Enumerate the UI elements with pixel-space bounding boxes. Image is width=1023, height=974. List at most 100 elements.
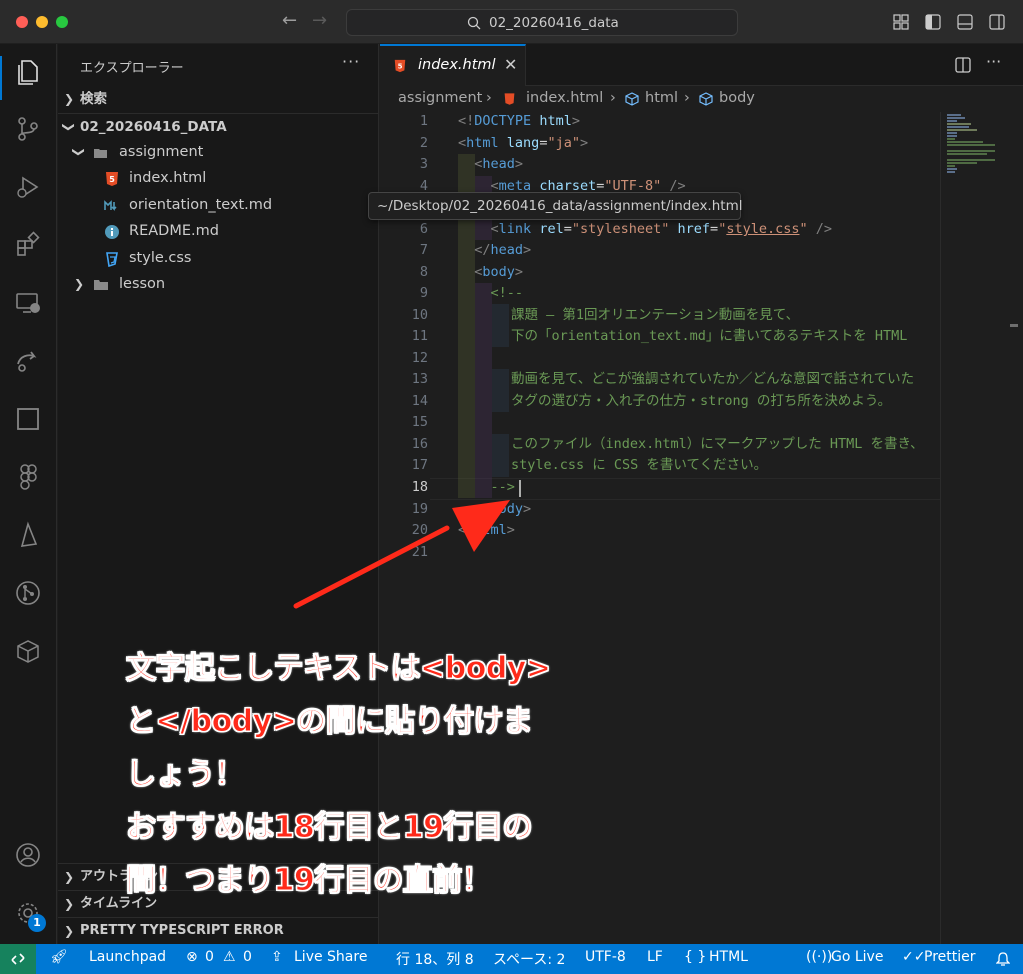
toggle-primary-sidebar-icon[interactable] xyxy=(924,13,942,31)
ts-error-section[interactable]: ❯ PRETTY TYPESCRIPT ERROR xyxy=(58,917,379,943)
root-folder[interactable]: ❯ 02_20260416_DATA xyxy=(58,113,379,139)
code-line[interactable]: </html> xyxy=(458,520,515,542)
remote-icon xyxy=(11,953,25,965)
code-line[interactable]: style.css に CSS を書いてください。 xyxy=(511,455,767,477)
tree-item-orientation-text[interactable]: orientation_text.md xyxy=(58,192,379,218)
tree-item-readme[interactable]: README.md xyxy=(58,218,379,244)
search-section[interactable]: ❯ 検索 xyxy=(58,86,379,112)
code-line[interactable]: </body> xyxy=(458,499,531,521)
line-number: 20 xyxy=(411,522,428,538)
back-arrow-icon[interactable]: ← xyxy=(282,10,297,31)
customize-layout-icon[interactable] xyxy=(892,13,910,31)
prisma-icon[interactable] xyxy=(13,520,43,550)
tree-item-style-css[interactable]: style.css xyxy=(58,245,379,271)
breadcrumb-index-html[interactable]: index.html xyxy=(526,90,603,106)
folder-open-icon xyxy=(94,149,107,158)
element-icon xyxy=(699,92,713,106)
breadcrumb-assignment[interactable]: assignment xyxy=(398,90,482,106)
annotation-line: しょう！ xyxy=(126,757,246,793)
breadcrumb-separator: › xyxy=(486,90,492,106)
warning-count[interactable]: 0 xyxy=(243,949,252,965)
code-line[interactable]: --> xyxy=(458,477,515,499)
indent-guide xyxy=(492,434,509,477)
code-line[interactable]: <link rel="stylesheet" href="style.css" … xyxy=(458,219,833,241)
code-line[interactable]: 下の「orientation_text.md」に書いてあるテキストを HTML xyxy=(511,326,907,348)
code-line[interactable]: タグの選び方・入れ子の仕方・strong の打ち所を決めよう。 xyxy=(511,391,891,413)
launchpad-status[interactable]: Launchpad xyxy=(89,949,166,965)
breadcrumb-separator: › xyxy=(684,90,690,106)
go-live-button[interactable]: Go Live xyxy=(831,949,883,965)
breadcrumb-separator: › xyxy=(610,90,616,106)
check-double-icon: ✓✓ xyxy=(902,949,926,965)
tab-index-html[interactable]: 5 index.html ✕ xyxy=(380,44,526,86)
encoding-status[interactable]: UTF-8 xyxy=(585,949,626,965)
line-number: 11 xyxy=(411,328,428,344)
text-cursor xyxy=(519,480,521,497)
more-actions-icon[interactable]: ··· xyxy=(342,52,360,71)
split-editor-icon[interactable] xyxy=(954,56,972,74)
error-count[interactable]: 0 xyxy=(205,949,214,965)
indentation-status[interactable]: スペース: 2 xyxy=(493,949,565,969)
language-mode[interactable]: HTML xyxy=(709,949,748,965)
code-line[interactable]: <body> xyxy=(458,262,523,284)
code-line[interactable]: <!DOCTYPE html> xyxy=(458,111,580,133)
breadcrumb-html[interactable]: html xyxy=(645,90,678,106)
annotation-line: 文字起こしテキストは<body> xyxy=(126,651,552,687)
run-debug-icon[interactable] xyxy=(13,172,43,202)
git-graph-icon[interactable] xyxy=(13,578,43,608)
tree-item-lesson[interactable]: ❯ lesson xyxy=(58,271,379,297)
remote-indicator[interactable] xyxy=(0,944,36,974)
prettier-status[interactable]: Prettier xyxy=(924,949,976,965)
code-line[interactable]: <!-- xyxy=(458,283,524,305)
live-share-status-icon: ⇪ xyxy=(271,949,283,965)
cursor-position[interactable]: 行 18、列 8 xyxy=(396,949,474,969)
line-number: 3 xyxy=(419,156,428,172)
explorer-icon[interactable] xyxy=(13,56,43,86)
tab-close-icon[interactable]: ✕ xyxy=(504,55,517,74)
line-number: 8 xyxy=(419,264,428,280)
notifications-bell-icon[interactable] xyxy=(996,952,1010,967)
vertical-scrollbar[interactable] xyxy=(1008,112,1023,944)
square-icon[interactable] xyxy=(13,404,43,434)
code-line[interactable]: 課題 – 第1回オリエンテーション動画を見て、 xyxy=(511,305,799,327)
breadcrumb-body[interactable]: body xyxy=(719,90,755,106)
account-icon[interactable] xyxy=(13,840,43,870)
code-line[interactable]: <head> xyxy=(458,154,523,176)
tree-item-index-html[interactable]: 5 index.html xyxy=(58,165,379,191)
package-icon[interactable] xyxy=(13,636,43,666)
code-line[interactable]: 動画を見て、どこが強調されていたか／どんな意図で話されていた xyxy=(511,369,914,391)
zoom-window-button[interactable] xyxy=(56,16,68,28)
extensions-icon[interactable] xyxy=(13,230,43,260)
line-number: 7 xyxy=(419,242,428,258)
source-control-icon[interactable] xyxy=(13,114,43,144)
warning-icon: ⚠ xyxy=(223,949,236,965)
close-window-button[interactable] xyxy=(16,16,28,28)
active-indicator xyxy=(0,56,2,100)
remote-explorer-icon[interactable] xyxy=(13,288,43,318)
code-line[interactable]: このファイル（index.html）にマークアップした HTML を書き、 xyxy=(511,434,924,456)
toggle-panel-icon[interactable] xyxy=(956,13,974,31)
chevron-right-icon: ❯ xyxy=(64,924,75,938)
figma-icon[interactable] xyxy=(13,462,43,492)
live-share-icon[interactable] xyxy=(13,346,43,376)
forward-arrow-icon[interactable]: → xyxy=(312,10,327,31)
live-share-status[interactable]: Live Share xyxy=(294,949,367,965)
command-center-search[interactable]: 02_20260416_data xyxy=(346,9,738,36)
chevron-right-icon: ❯ xyxy=(74,277,85,291)
code-line[interactable]: </head> xyxy=(458,240,531,262)
search-label: 02_20260416_data xyxy=(489,15,619,31)
launchpad-icon: 🚀︎ xyxy=(50,949,68,965)
svg-text:5: 5 xyxy=(398,63,403,71)
code-line[interactable]: <html lang="ja"> xyxy=(458,133,588,155)
tree-item-assignment[interactable]: ❯ assignment xyxy=(58,139,379,165)
line-number: 10 xyxy=(411,307,428,323)
editor-more-icon[interactable]: ··· xyxy=(986,52,1001,71)
minimap[interactable] xyxy=(940,112,1008,944)
braces-icon: { } xyxy=(684,949,707,965)
minimize-window-button[interactable] xyxy=(36,16,48,28)
html5-icon: 5 xyxy=(106,172,118,186)
toggle-secondary-sidebar-icon[interactable] xyxy=(988,13,1006,31)
eol-status[interactable]: LF xyxy=(647,949,663,965)
breadcrumb: assignment › index.html › html › body xyxy=(380,86,1023,112)
activity-bar: 1 xyxy=(0,44,57,944)
